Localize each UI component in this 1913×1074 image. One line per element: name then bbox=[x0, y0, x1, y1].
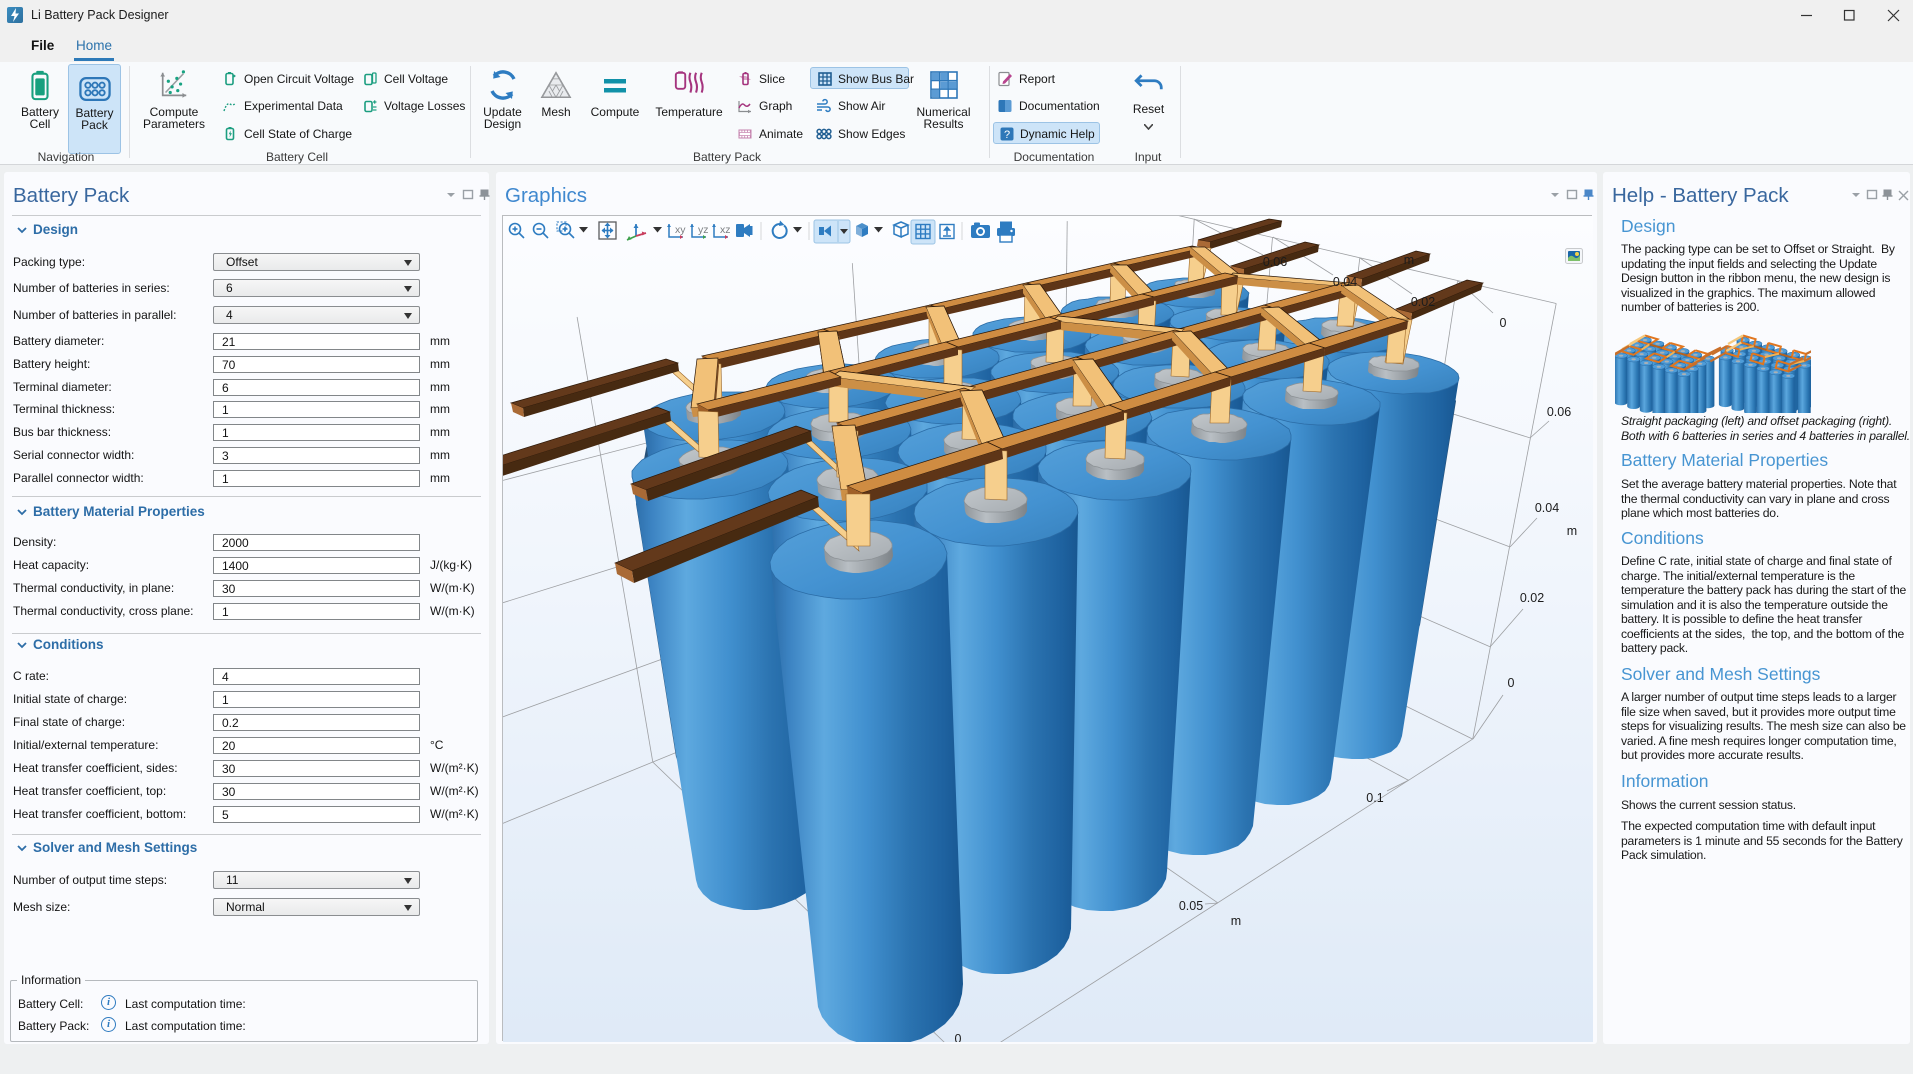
svg-text:0.06: 0.06 bbox=[1547, 405, 1571, 419]
svg-text:0.04: 0.04 bbox=[1535, 501, 1559, 515]
svg-text:0: 0 bbox=[955, 1032, 962, 1042]
svg-text:0.06: 0.06 bbox=[1263, 255, 1287, 269]
svg-text:0: 0 bbox=[1500, 316, 1507, 330]
svg-text:0.02: 0.02 bbox=[1520, 591, 1544, 605]
svg-text:yz: yz bbox=[698, 224, 709, 236]
svg-text:?: ? bbox=[1004, 129, 1010, 141]
svg-text:m: m bbox=[1404, 253, 1414, 267]
svg-text:0.1: 0.1 bbox=[1366, 791, 1383, 805]
svg-text:m: m bbox=[1567, 524, 1577, 538]
svg-text:0.05: 0.05 bbox=[1179, 899, 1203, 913]
svg-text:0.04: 0.04 bbox=[1333, 275, 1357, 289]
svg-text:m: m bbox=[1231, 914, 1241, 928]
svg-text:0.02: 0.02 bbox=[1411, 295, 1435, 309]
svg-text:xz: xz bbox=[720, 224, 731, 236]
svg-text:0: 0 bbox=[1508, 676, 1515, 690]
svg-text:xy: xy bbox=[675, 224, 686, 236]
